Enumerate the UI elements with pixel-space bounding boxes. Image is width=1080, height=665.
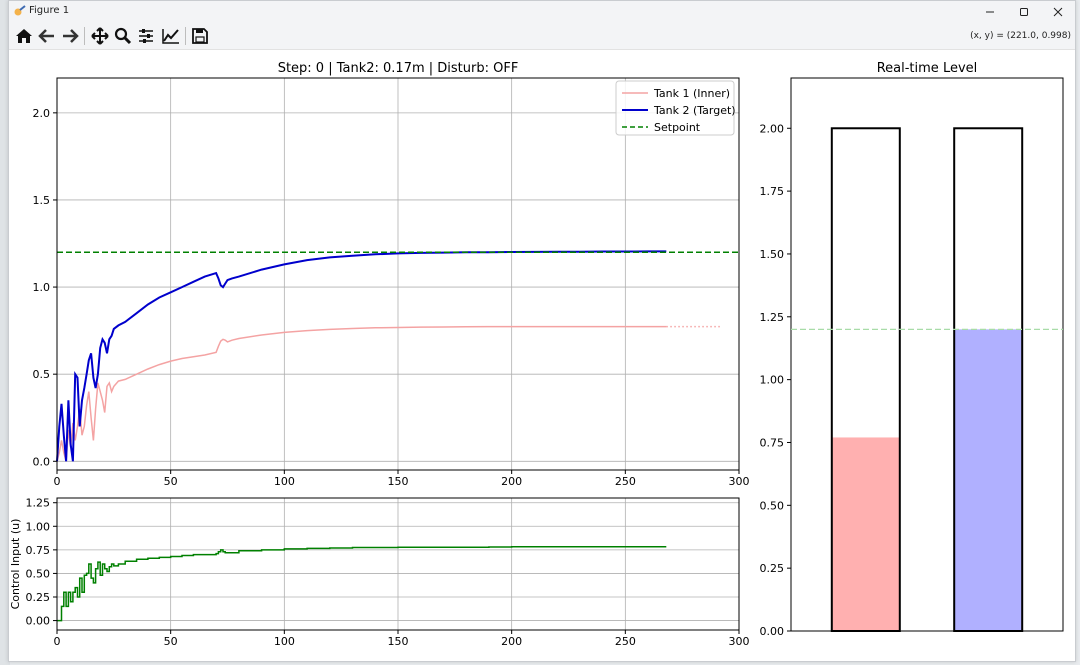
save-button[interactable] bbox=[189, 26, 211, 46]
realtime-level-axes: 0.00 0.25 0.50 0.75 1.00 1.25 1.50 1.75 2.00 Real… bbox=[760, 61, 1064, 638]
zoom-icon bbox=[114, 27, 132, 45]
tank-level-bar bbox=[831, 437, 900, 631]
y-tick-label: 1.0 bbox=[33, 281, 51, 294]
y-tick-label: 0.50 bbox=[760, 499, 785, 512]
series-line-tank-1-inner bbox=[56, 325, 667, 462]
tank-level-bar bbox=[954, 329, 1023, 631]
x-tick-label: 100 bbox=[274, 475, 295, 488]
configure-subplots-button[interactable] bbox=[135, 26, 157, 46]
chart-title: Step: 0 | Tank2: 0.17m | Disturb: OFF bbox=[278, 61, 519, 76]
cursor-coordinates: (x, y) = (221.0, 0.998) bbox=[970, 31, 1071, 41]
legend-entry: Tank 1 (Inner) bbox=[653, 87, 730, 100]
minimize-icon bbox=[986, 11, 994, 13]
x-tick-label: 250 bbox=[615, 475, 636, 488]
y-tick-label: 1.5 bbox=[33, 194, 51, 207]
x-tick-label: 50 bbox=[164, 475, 178, 488]
main-level-axes: 0 50 100 150 200 250 300 0.0 0.5 1.0 1.5 2.0 Step: 0… bbox=[33, 61, 750, 488]
x-tick-label: 100 bbox=[274, 635, 295, 648]
edit-axis-button[interactable] bbox=[160, 26, 182, 46]
legend-entry: Setpoint bbox=[654, 121, 701, 134]
x-tick-label: 0 bbox=[54, 475, 61, 488]
control-input-axes: 0 50 100 150 200 250 300 0.00 0.25 0.50 0.75 1.00 1.… bbox=[9, 497, 750, 648]
title-bar: Figure 1 bbox=[9, 1, 1075, 23]
x-tick-label: 300 bbox=[729, 475, 750, 488]
navigation-toolbar: (x, y) = (221.0, 0.998) bbox=[9, 23, 1075, 50]
save-icon bbox=[192, 28, 208, 44]
x-tick-label: 200 bbox=[501, 475, 522, 488]
y-tick-label: 0.25 bbox=[26, 591, 51, 604]
back-button[interactable] bbox=[36, 26, 58, 46]
toolbar-separator bbox=[84, 27, 85, 45]
toolbar-separator bbox=[185, 27, 186, 45]
y-tick-label: 0.5 bbox=[33, 368, 51, 381]
x-tick-label: 50 bbox=[164, 635, 178, 648]
y-tick-label: 1.00 bbox=[760, 374, 785, 387]
y-tick-label: 1.75 bbox=[760, 185, 785, 198]
x-tick-label: 0 bbox=[54, 635, 61, 648]
y-tick-label: 0.75 bbox=[760, 436, 785, 449]
y-tick-label: 1.25 bbox=[26, 497, 51, 510]
edit-axis-icon bbox=[162, 29, 179, 44]
close-button[interactable] bbox=[1041, 1, 1075, 23]
figure-window: Figure 1 (x, y) = (221.0, 0.998) 0 50 10… bbox=[8, 0, 1076, 662]
window-title: Figure 1 bbox=[29, 5, 70, 16]
y-tick-label: 0.00 bbox=[26, 615, 51, 628]
forward-button[interactable] bbox=[59, 26, 81, 46]
x-tick-label: 200 bbox=[501, 635, 522, 648]
y-tick-label: 2.0 bbox=[33, 107, 51, 120]
maximize-icon bbox=[1020, 8, 1028, 16]
y-tick-label: 0.25 bbox=[760, 562, 785, 575]
series-line-tank-2-target bbox=[56, 250, 667, 462]
figure-canvas[interactable]: 0 50 100 150 200 250 300 0.0 0.5 1.0 1.5 2.0 Step: 0… bbox=[9, 49, 1075, 661]
legend-entry: Tank 2 (Target) bbox=[653, 104, 736, 117]
legend: Tank 1 (Inner) Tank 2 (Target) Setpoint bbox=[615, 80, 736, 136]
series-line-control-input bbox=[57, 545, 667, 622]
y-tick-label: 0.75 bbox=[26, 544, 51, 557]
x-tick-label: 250 bbox=[615, 635, 636, 648]
close-icon bbox=[1053, 7, 1063, 17]
x-tick-label: 300 bbox=[729, 635, 750, 648]
zoom-button[interactable] bbox=[112, 26, 134, 46]
x-tick-label: 150 bbox=[388, 635, 409, 648]
home-button[interactable] bbox=[13, 26, 35, 46]
configure-subplots-icon bbox=[139, 29, 153, 43]
y-tick-label: 1.25 bbox=[760, 311, 785, 324]
y-tick-label: 1.00 bbox=[26, 520, 51, 533]
y-tick-label: 0.50 bbox=[26, 567, 51, 580]
back-icon bbox=[38, 29, 54, 43]
matplotlib-icon bbox=[14, 5, 26, 16]
home-icon bbox=[16, 29, 32, 43]
y-tick-label: 0.0 bbox=[33, 455, 51, 468]
y-tick-label: 2.00 bbox=[760, 122, 785, 135]
y-tick-label: 1.50 bbox=[760, 248, 785, 261]
chart-title: Real-time Level bbox=[877, 61, 978, 76]
maximize-button[interactable] bbox=[1007, 1, 1041, 23]
y-axis-label: Control Input (u) bbox=[9, 519, 22, 610]
y-tick-label: 0.00 bbox=[760, 625, 785, 638]
forward-icon bbox=[63, 29, 79, 43]
pan-icon bbox=[91, 27, 109, 45]
pan-button[interactable] bbox=[89, 26, 111, 46]
x-tick-label: 150 bbox=[388, 475, 409, 488]
minimize-button[interactable] bbox=[973, 1, 1007, 23]
